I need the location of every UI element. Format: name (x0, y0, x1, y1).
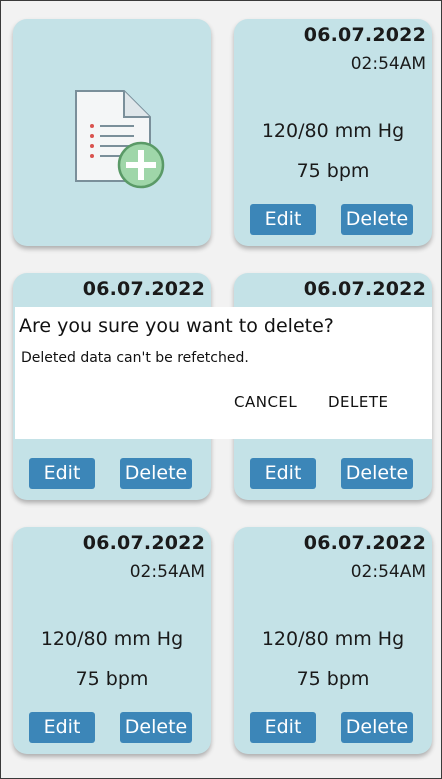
record-card: 06.07.2022 02:54AM 120/80 mm Hg 75 bpm E… (13, 527, 211, 754)
record-date: 06.07.2022 (303, 24, 426, 46)
edit-button[interactable]: Edit (29, 712, 95, 743)
delete-button[interactable]: Delete (120, 458, 192, 489)
record-date: 06.07.2022 (303, 278, 426, 300)
add-record-card[interactable] (13, 19, 211, 246)
confirm-delete-button[interactable]: DELETE (328, 393, 389, 411)
add-document-icon (75, 90, 165, 189)
pulse: 75 bpm (296, 160, 370, 182)
blood-pressure: 120/80 mm Hg (261, 628, 405, 650)
dialog-message: Deleted data can't be refetched. (21, 350, 249, 366)
delete-button[interactable]: Delete (341, 712, 413, 743)
record-time: 02:54AM (350, 562, 426, 582)
record-time: 02:54AM (350, 54, 426, 74)
record-date: 06.07.2022 (82, 278, 205, 300)
dialog-title: Are you sure you want to delete? (19, 315, 334, 337)
record-card: 06.07.2022 02:54AM 120/80 mm Hg 75 bpm E… (234, 527, 432, 754)
edit-button[interactable]: Edit (250, 712, 316, 743)
delete-button[interactable]: Delete (341, 204, 413, 235)
edit-button[interactable]: Edit (29, 458, 95, 489)
screen: 06.07.2022 02:54AM 120/80 mm Hg 75 bpm E… (0, 0, 442, 779)
edit-button[interactable]: Edit (250, 458, 316, 489)
pulse: 75 bpm (296, 668, 370, 690)
record-card: 06.07.2022 02:54AM 120/80 mm Hg 75 bpm E… (234, 19, 432, 246)
record-time: 02:54AM (129, 562, 205, 582)
edit-button[interactable]: Edit (250, 204, 316, 235)
blood-pressure: 120/80 mm Hg (261, 120, 405, 142)
cancel-button[interactable]: CANCEL (234, 393, 297, 411)
delete-button[interactable]: Delete (120, 712, 192, 743)
record-date: 06.07.2022 (82, 532, 205, 554)
delete-confirm-dialog: Are you sure you want to delete? Deleted… (15, 307, 432, 439)
pulse: 75 bpm (75, 668, 149, 690)
record-date: 06.07.2022 (303, 532, 426, 554)
blood-pressure: 120/80 mm Hg (40, 628, 184, 650)
delete-button[interactable]: Delete (341, 458, 413, 489)
